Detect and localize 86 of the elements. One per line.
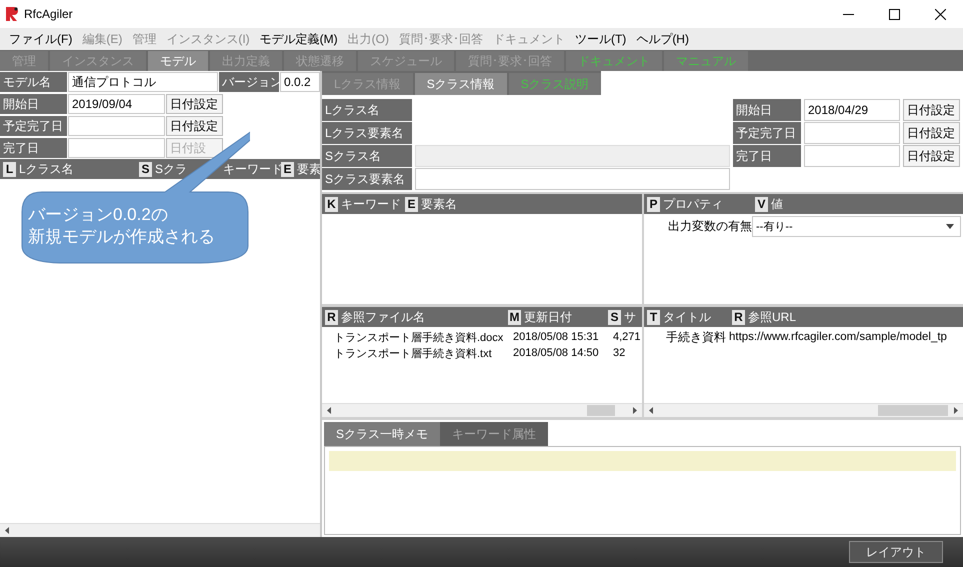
scroll-left-icon[interactable]	[647, 406, 656, 415]
column-badge: M	[508, 310, 521, 324]
column-header[interactable]: タイトル	[663, 308, 711, 326]
table-cell-text: 出力変数の有無	[667, 218, 752, 235]
date-set-button[interactable]: 日付設定	[166, 94, 223, 114]
menu-item[interactable]: ヘルプ(H)	[631, 30, 694, 48]
scroll-right-icon[interactable]	[630, 406, 639, 415]
scroll-right-icon[interactable]	[951, 406, 960, 415]
column-badge: S	[608, 310, 621, 324]
field-label: 完了日	[733, 145, 801, 167]
date-field[interactable]	[68, 138, 165, 158]
close-icon	[934, 8, 946, 20]
table-cell-text: 2018/05/08 14:50	[512, 347, 600, 359]
column-badge: R	[732, 310, 745, 324]
table-cell-text: トランスポート層手続き資料.docx	[333, 330, 504, 344]
column-header[interactable]: 参照ファイル名	[341, 308, 425, 326]
column-header[interactable]: 更新日付	[524, 308, 572, 326]
column-header[interactable]: Lクラス名	[19, 160, 74, 178]
field-label: 開始日	[733, 99, 801, 121]
table-cell-text: トランスポート層手続き資料.txt	[333, 346, 493, 360]
column-header[interactable]: 参照URL	[748, 308, 796, 326]
column-badge: L	[3, 162, 16, 176]
callout-text: バージョン0.0.2の 新規モデルが作成される	[28, 204, 215, 248]
field-label: Lクラス要素名	[322, 122, 412, 144]
column-header[interactable]: サ	[624, 308, 636, 326]
scrollbar-thumb[interactable]	[587, 405, 615, 416]
date-set-button[interactable]: 日付設定	[903, 122, 960, 144]
column-header[interactable]: キーワード	[341, 196, 401, 212]
date-field[interactable]: 2019/09/04	[68, 94, 165, 114]
menu-item[interactable]: ツール(T)	[570, 30, 632, 48]
date-field[interactable]	[804, 145, 900, 167]
date-set-button[interactable]: 日付設定	[903, 145, 960, 167]
text-field[interactable]	[415, 168, 730, 190]
field-label: モデル名	[0, 72, 67, 92]
memo-text-area[interactable]	[324, 446, 961, 535]
field-label: Sクラス名	[322, 145, 412, 167]
field-label: 予定完了日	[0, 116, 67, 136]
memo-tab[interactable]: Sクラス一時メモ	[324, 422, 440, 446]
column-badge: V	[755, 196, 768, 212]
date-field[interactable]	[68, 116, 165, 136]
horizontal-scrollbar[interactable]	[0, 523, 320, 537]
date-field[interactable]	[804, 122, 900, 144]
main-tab[interactable]: モデル	[148, 51, 208, 71]
column-header[interactable]: 値	[771, 196, 783, 212]
layout-button[interactable]: レイアウト	[849, 541, 943, 563]
memo-tab[interactable]: キーワード属性	[440, 422, 548, 446]
scroll-left-icon[interactable]	[3, 526, 12, 535]
table-cell-text: 32	[612, 347, 626, 359]
column-badge: S	[139, 162, 152, 176]
column-badge: K	[325, 196, 338, 212]
date-field[interactable]: 2018/04/29	[804, 99, 900, 121]
menu-item[interactable]: ファイル(F)	[4, 30, 78, 48]
column-badge: P	[647, 196, 660, 212]
value-select[interactable]: --有り--	[752, 216, 961, 237]
detail-tab[interactable]: Sクラス情報	[414, 73, 507, 95]
field-label: 完了日	[0, 138, 67, 158]
column-badge: E	[405, 196, 418, 212]
table-cell-text: 手続き資料	[665, 328, 727, 346]
model-name-field[interactable]: 通信プロトコル	[68, 72, 218, 92]
date-set-button[interactable]: 日付設定	[166, 116, 223, 136]
field-label: Lクラス名	[322, 99, 412, 121]
horizontal-scrollbar[interactable]	[644, 403, 963, 417]
column-badge: T	[647, 310, 660, 324]
field-label: 開始日	[0, 94, 67, 114]
field-label: 予定完了日	[733, 122, 801, 144]
table-cell-text: 2018/05/08 15:31	[512, 331, 600, 343]
window-title: RfcAgiler	[24, 7, 74, 21]
scroll-left-icon[interactable]	[325, 406, 334, 415]
column-header[interactable]: 要素名	[421, 196, 457, 212]
column-badge: R	[325, 310, 338, 324]
version-field[interactable]: 0.0.2	[280, 72, 320, 92]
column-header[interactable]: Sクラ	[155, 160, 188, 178]
table-cell-text: 4,271	[612, 331, 641, 343]
table-cell: https://www.rfcagiler.com/sample/model_tp	[729, 331, 947, 343]
menu-item[interactable]: モデル定義(M)	[254, 30, 343, 48]
column-header[interactable]: プロパティ	[663, 196, 723, 212]
horizontal-scrollbar[interactable]	[322, 403, 642, 417]
scrollbar-thumb[interactable]	[878, 405, 948, 416]
caret-icon	[946, 224, 954, 229]
app-logo-icon	[6, 7, 18, 21]
column-header[interactable]: キーワード	[223, 160, 283, 178]
date-set-button[interactable]: 日付設定	[903, 99, 960, 121]
column-badge: E	[281, 162, 294, 176]
maximize-icon	[888, 8, 900, 20]
text-field[interactable]	[415, 145, 730, 167]
field-label: Sクラス要素名	[322, 168, 412, 190]
